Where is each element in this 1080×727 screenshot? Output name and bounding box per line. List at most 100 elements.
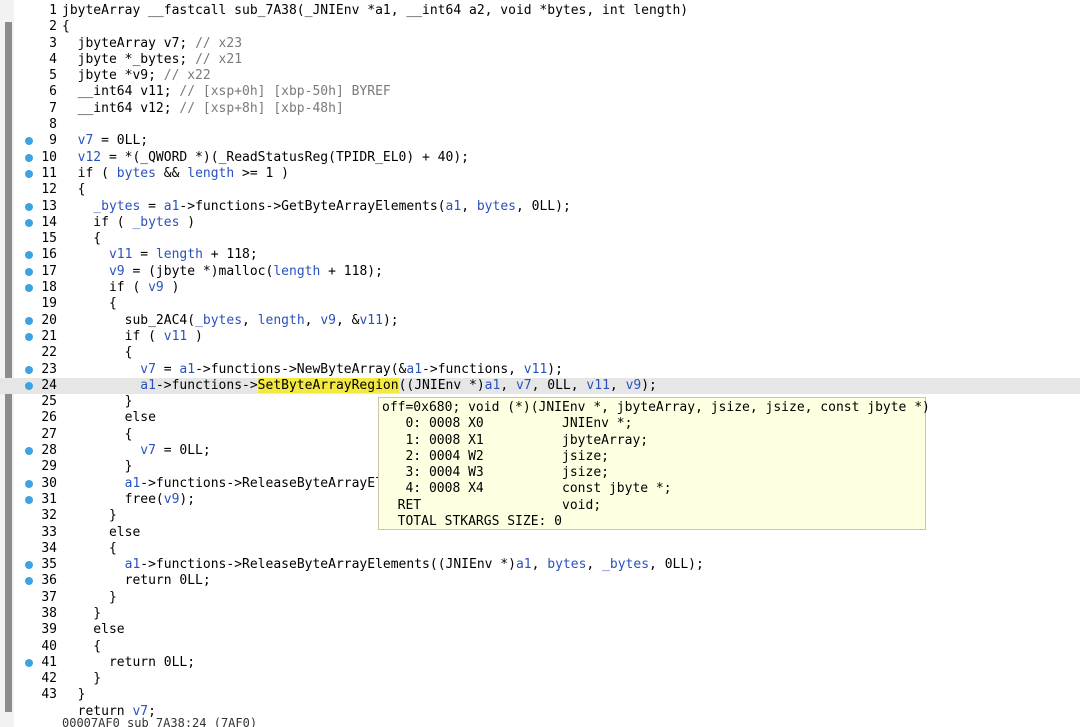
pseudocode-editor[interactable]: 1 jbyteArray __fastcall sub_7A38(_JNIEnv …	[0, 0, 1080, 727]
code-text[interactable]: else	[62, 525, 140, 541]
code-token[interactable]: }	[62, 394, 133, 409]
highlighted-identifier[interactable]: SetByteArrayRegion	[257, 377, 399, 393]
code-token[interactable]: v9	[148, 280, 164, 295]
code-text[interactable]: if ( v9 )	[62, 280, 179, 296]
code-token[interactable]: , 0LL);	[649, 557, 704, 572]
code-line[interactable]: 38 }	[0, 606, 1080, 622]
code-text[interactable]: {	[62, 639, 101, 655]
code-token[interactable]: ,	[500, 378, 516, 393]
code-token[interactable]: _bytes	[62, 199, 140, 214]
code-text[interactable]: a1->functions->ReleaseByteArrayEl	[62, 476, 383, 492]
code-token[interactable]: + 118;	[203, 247, 258, 262]
code-line[interactable]: 24 a1->functions->SetByteArrayRegion((JN…	[0, 377, 1080, 395]
code-text[interactable]: jbyteArray v7; // x23	[62, 36, 242, 52]
code-token[interactable]: ->functions->ReleaseByteArrayEl	[140, 476, 383, 491]
code-text[interactable]: {	[62, 296, 117, 312]
code-text[interactable]: free(v9);	[62, 492, 195, 508]
code-token[interactable]: a1	[62, 557, 141, 572]
code-text[interactable]: v9 = (jbyte *)malloc(length + 118);	[62, 264, 383, 280]
code-line[interactable]: 37 }	[0, 590, 1080, 606]
code-text[interactable]: v7 = 0LL;	[62, 443, 211, 459]
code-token[interactable]: )	[179, 215, 195, 230]
code-token[interactable]: {	[62, 541, 117, 556]
code-area[interactable]: 1 jbyteArray __fastcall sub_7A38(_JNIEnv …	[0, 3, 1080, 720]
code-token[interactable]: __int64 v11;	[62, 84, 179, 99]
code-text[interactable]: v7 = 0LL;	[62, 133, 148, 149]
code-token[interactable]: );	[547, 362, 563, 377]
code-token[interactable]: ,	[305, 313, 321, 328]
code-token[interactable]: >= 1 )	[234, 166, 289, 181]
code-text[interactable]: v7 = a1->functions->NewByteArray(&a1->fu…	[62, 362, 563, 378]
code-line[interactable]: 3 jbyteArray v7; // x23	[0, 36, 1080, 52]
code-token[interactable]: jbyteArray v7;	[62, 36, 195, 51]
code-token[interactable]: ,	[610, 378, 626, 393]
code-token[interactable]: v7	[62, 443, 156, 458]
code-token[interactable]: length	[258, 313, 305, 328]
code-text[interactable]: else	[62, 622, 124, 638]
code-text[interactable]: }	[62, 508, 117, 524]
code-token[interactable]: v11	[62, 247, 133, 262]
code-line[interactable]: 43 }	[0, 687, 1080, 703]
code-token[interactable]: a1	[406, 362, 422, 377]
code-token[interactable]: }	[62, 459, 133, 474]
code-token[interactable]: a1	[485, 378, 501, 393]
code-token[interactable]: }	[62, 687, 86, 702]
code-text[interactable]: return 0LL;	[62, 655, 195, 671]
code-text[interactable]: {	[62, 345, 133, 361]
code-text[interactable]: }	[62, 671, 101, 687]
code-text[interactable]: _bytes = a1->functions->GetByteArrayElem…	[62, 199, 570, 215]
code-token[interactable]: &&	[156, 166, 187, 181]
code-token[interactable]: {	[62, 345, 133, 360]
code-line[interactable]: 6 __int64 v11; // [xsp+0h] [xbp-50h] BYR…	[0, 84, 1080, 100]
code-text[interactable]: {	[62, 541, 117, 557]
code-token[interactable]: =	[156, 362, 179, 377]
code-token[interactable]: free(	[62, 492, 164, 507]
code-line[interactable]: 34 {	[0, 541, 1080, 557]
code-line[interactable]: 22 {	[0, 345, 1080, 361]
code-token[interactable]: {	[62, 231, 101, 246]
code-line[interactable]: 2{	[0, 19, 1080, 35]
code-token[interactable]: else	[62, 525, 140, 540]
code-token[interactable]: =	[140, 199, 163, 214]
code-token[interactable]: // x22	[164, 68, 211, 83]
code-text[interactable]: }	[62, 394, 133, 410]
code-text[interactable]: jbyte *_bytes; // x21	[62, 52, 242, 68]
code-token[interactable]: else	[62, 622, 124, 637]
code-token[interactable]: {	[62, 296, 117, 311]
code-token[interactable]: );	[179, 492, 195, 507]
code-token[interactable]: if (	[62, 329, 164, 344]
code-token[interactable]: }	[62, 590, 117, 605]
code-token[interactable]: if (	[62, 166, 117, 181]
code-text[interactable]: if ( _bytes )	[62, 215, 195, 231]
code-token[interactable]: {	[62, 639, 101, 654]
code-token[interactable]: );	[641, 378, 657, 393]
code-token[interactable]: )	[164, 280, 180, 295]
code-text[interactable]: jbyte *v9; // x22	[62, 68, 211, 84]
code-token[interactable]: ,	[532, 557, 548, 572]
code-token[interactable]: v9	[626, 378, 642, 393]
code-token[interactable]: }	[62, 606, 101, 621]
code-text[interactable]: {	[62, 182, 86, 198]
code-token[interactable]: v9	[320, 313, 336, 328]
code-token[interactable]: = 0LL;	[156, 443, 211, 458]
code-token[interactable]: _bytes	[602, 557, 649, 572]
code-text[interactable]: v11 = length + 118;	[62, 247, 258, 263]
code-text[interactable]: __int64 v11; // [xsp+0h] [xbp-50h] BYREF	[62, 84, 391, 100]
code-token[interactable]: ,	[461, 199, 477, 214]
code-token[interactable]: v7	[62, 133, 94, 148]
code-token[interactable]: a1	[446, 199, 462, 214]
code-token[interactable]: if (	[62, 215, 132, 230]
code-token[interactable]: bytes	[477, 199, 516, 214]
code-token[interactable]: v11	[586, 378, 609, 393]
code-token[interactable]: v7	[516, 378, 532, 393]
code-text[interactable]: if ( v11 )	[62, 329, 203, 345]
code-token[interactable]: ->functions->NewByteArray(&	[195, 362, 406, 377]
code-line[interactable]: 12 {	[0, 182, 1080, 198]
code-text[interactable]: {	[62, 19, 70, 35]
code-token[interactable]: v11	[164, 329, 187, 344]
code-token[interactable]: ->functions->GetByteArrayElements(	[179, 199, 445, 214]
code-token[interactable]: bytes	[547, 557, 586, 572]
code-token[interactable]: }	[62, 508, 117, 523]
code-token[interactable]: ((JNIEnv *)	[399, 378, 485, 393]
code-text[interactable]: __int64 v12; // [xsp+8h] [xbp-48h]	[62, 101, 344, 117]
